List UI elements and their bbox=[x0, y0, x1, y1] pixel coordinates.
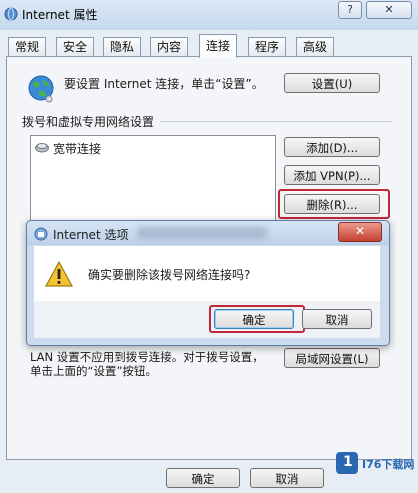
ok-button[interactable]: 确定 bbox=[166, 468, 240, 488]
tab-content[interactable]: 内容 bbox=[150, 37, 189, 57]
tab-security[interactable]: 安全 bbox=[56, 37, 95, 57]
dialog-close-button[interactable]: ✕ bbox=[338, 222, 382, 242]
setup-text: 要设置 Internet 连接，单击“设置”。 bbox=[64, 77, 264, 91]
blurred-title-region bbox=[137, 227, 267, 239]
window-title: Internet 属性 bbox=[22, 8, 98, 22]
tab-programs[interactable]: 程序 bbox=[248, 37, 287, 57]
dialog-body: 确实要删除该拨号网络连接吗? bbox=[34, 246, 380, 301]
remove-button[interactable]: 删除(R)... bbox=[284, 194, 380, 214]
warning-icon bbox=[44, 260, 74, 288]
dialog-ok-button[interactable]: 确定 bbox=[214, 309, 294, 329]
tab-general[interactable]: 常规 bbox=[8, 37, 47, 57]
confirm-dialog: Internet 选项 ✕ 确实要删除该拨号网络连接吗? 确定 取消 bbox=[26, 220, 390, 346]
dialog-title: Internet 选项 bbox=[53, 228, 129, 242]
broadband-icon bbox=[35, 141, 49, 153]
help-button[interactable]: ? bbox=[338, 1, 362, 19]
cancel-button[interactable]: 取消 bbox=[250, 468, 324, 488]
lan-settings-button[interactable]: 局域网设置(L) bbox=[284, 348, 380, 368]
add-button[interactable]: 添加(D)... bbox=[284, 137, 380, 157]
tab-privacy[interactable]: 隐私 bbox=[103, 37, 142, 57]
group-divider bbox=[160, 121, 392, 122]
connection-list[interactable]: 宽带连接 bbox=[30, 135, 276, 221]
tab-advanced[interactable]: 高级 bbox=[296, 37, 335, 57]
close-button[interactable]: ✕ bbox=[366, 1, 412, 19]
tab-connections[interactable]: 连接 bbox=[199, 34, 238, 58]
dialup-group-label: 拨号和虚拟专用网络设置 bbox=[22, 115, 155, 129]
watermark-brand: I76下载网 bbox=[362, 458, 415, 471]
window-icon bbox=[4, 7, 18, 21]
dialog-footer: 确定 取消 bbox=[34, 301, 380, 338]
dialog-message: 确实要删除该拨号网络连接吗? bbox=[88, 268, 251, 282]
watermark-logo: 1 bbox=[336, 452, 358, 474]
setup-button[interactable]: 设置(U) bbox=[284, 73, 380, 93]
dialog-titlebar: Internet 选项 ✕ bbox=[27, 221, 389, 245]
lan-text: LAN 设置不应用到拨号连接。对于拨号设置，单击上面的“设置”按钮。 bbox=[30, 350, 264, 378]
globe-icon bbox=[24, 72, 58, 106]
dialog-icon bbox=[34, 227, 48, 241]
list-item-label: 宽带连接 bbox=[53, 142, 102, 156]
add-vpn-button[interactable]: 添加 VPN(P)... bbox=[284, 165, 380, 185]
dialog-cancel-button[interactable]: 取消 bbox=[302, 309, 372, 329]
window-titlebar: Internet 属性 ? ✕ bbox=[0, 0, 418, 30]
